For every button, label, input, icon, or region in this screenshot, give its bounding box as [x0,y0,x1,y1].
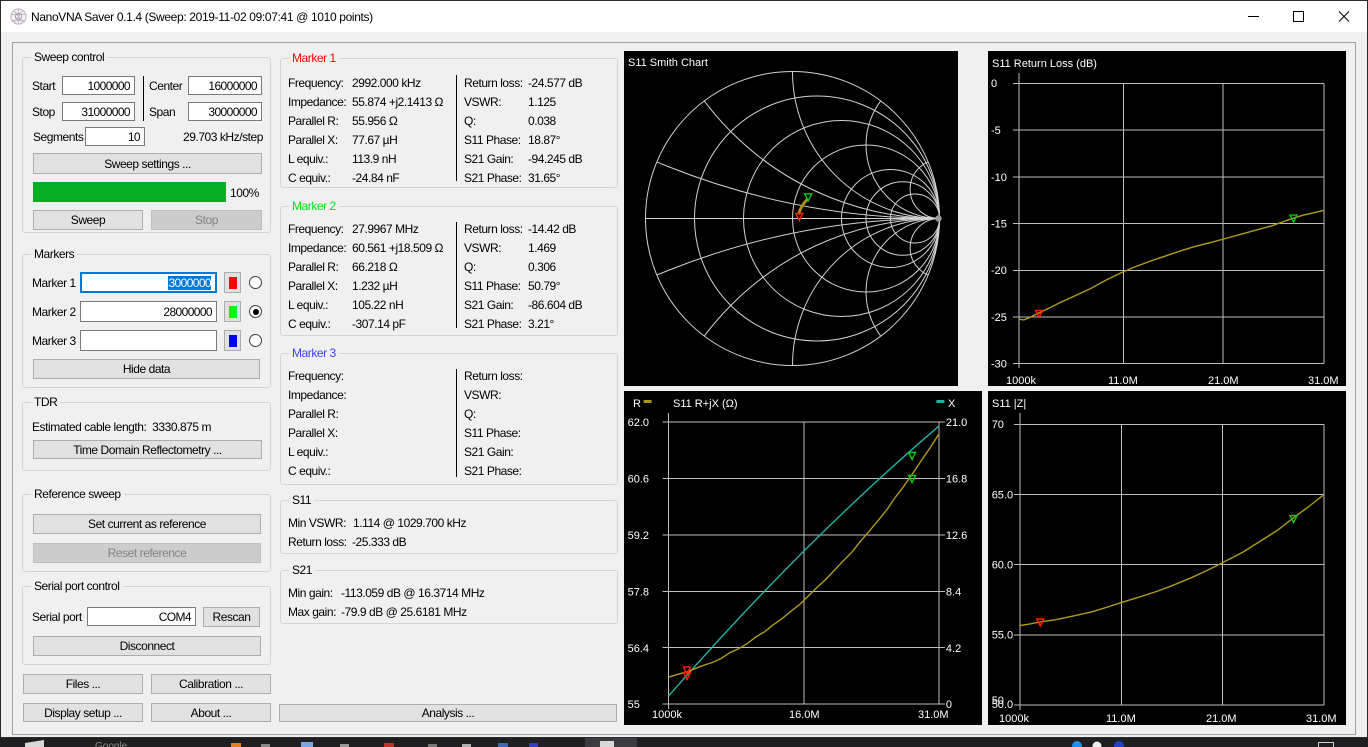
svg-text:55: 55 [628,699,640,711]
svg-text:55.0: 55.0 [992,630,1013,642]
svg-text:21.0M: 21.0M [1208,375,1239,386]
svg-text:X: X [948,398,956,410]
svg-text:16.8: 16.8 [946,474,967,486]
svg-text:21.0: 21.0 [946,417,967,429]
svg-text:65.0: 65.0 [992,490,1013,502]
svg-text:0: 0 [991,78,997,90]
svg-text:Google: Google [95,741,128,747]
svg-text:56.4: 56.4 [628,643,649,655]
svg-text:12.6: 12.6 [946,530,967,542]
svg-text:11.0M: 11.0M [1106,713,1136,725]
svg-text:21.0M: 21.0M [1206,713,1237,725]
svg-text:8.4: 8.4 [946,587,961,599]
svg-text:-25: -25 [991,312,1007,324]
svg-text:S11 |Z|: S11 |Z| [992,398,1026,410]
svg-text:50.0: 50.0 [992,699,1013,711]
svg-text:62.0: 62.0 [628,417,649,429]
svg-text:11.0M: 11.0M [1108,375,1138,386]
svg-text:4.2: 4.2 [946,643,961,655]
svg-text:1000k: 1000k [1006,375,1036,386]
svg-text:70: 70 [992,419,1004,431]
svg-text:60.6: 60.6 [628,474,649,486]
svg-text:-30: -30 [991,359,1007,371]
svg-text:-10: -10 [991,172,1007,184]
svg-text:S11 Smith Chart: S11 Smith Chart [628,57,708,69]
svg-text:57.8: 57.8 [628,587,649,599]
svg-text:31.0M: 31.0M [918,709,949,721]
svg-text:16.0M: 16.0M [789,709,820,721]
svg-text:S11 Return Loss (dB): S11 Return Loss (dB) [992,58,1097,70]
svg-text:31.0M: 31.0M [1308,375,1339,386]
svg-text:59.2: 59.2 [628,530,649,542]
svg-text:60.0: 60.0 [992,560,1013,572]
svg-text:S11 R+jX (Ω): S11 R+jX (Ω) [673,398,738,410]
svg-text:-5: -5 [991,125,1001,137]
svg-text:R: R [633,398,641,410]
svg-text:31.0M: 31.0M [1306,713,1337,725]
svg-text:1000k: 1000k [652,709,682,721]
svg-text:-20: -20 [991,265,1007,277]
svg-text:-15: -15 [991,219,1007,231]
svg-text:1000k: 1000k [999,713,1029,725]
